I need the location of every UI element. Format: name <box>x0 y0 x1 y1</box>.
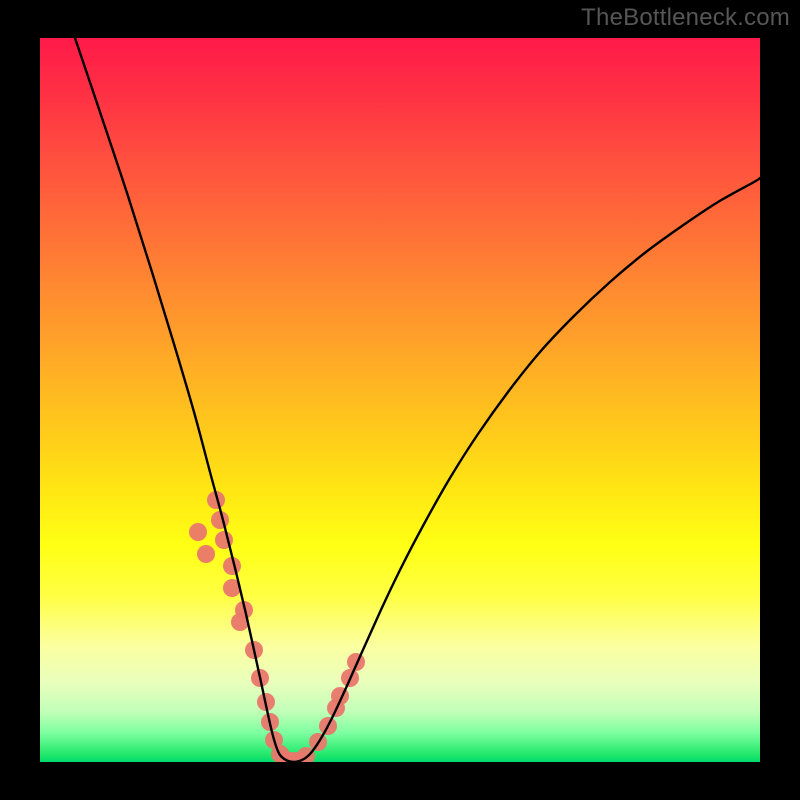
watermark-text: TheBottleneck.com <box>581 4 790 32</box>
data-marker <box>197 545 215 563</box>
data-marker <box>211 511 229 529</box>
chart-frame: TheBottleneck.com <box>0 0 800 800</box>
data-marker <box>189 523 207 541</box>
scatter-markers <box>189 491 365 762</box>
main-curve <box>75 38 760 762</box>
plot-area <box>40 38 760 762</box>
chart-svg <box>40 38 760 762</box>
